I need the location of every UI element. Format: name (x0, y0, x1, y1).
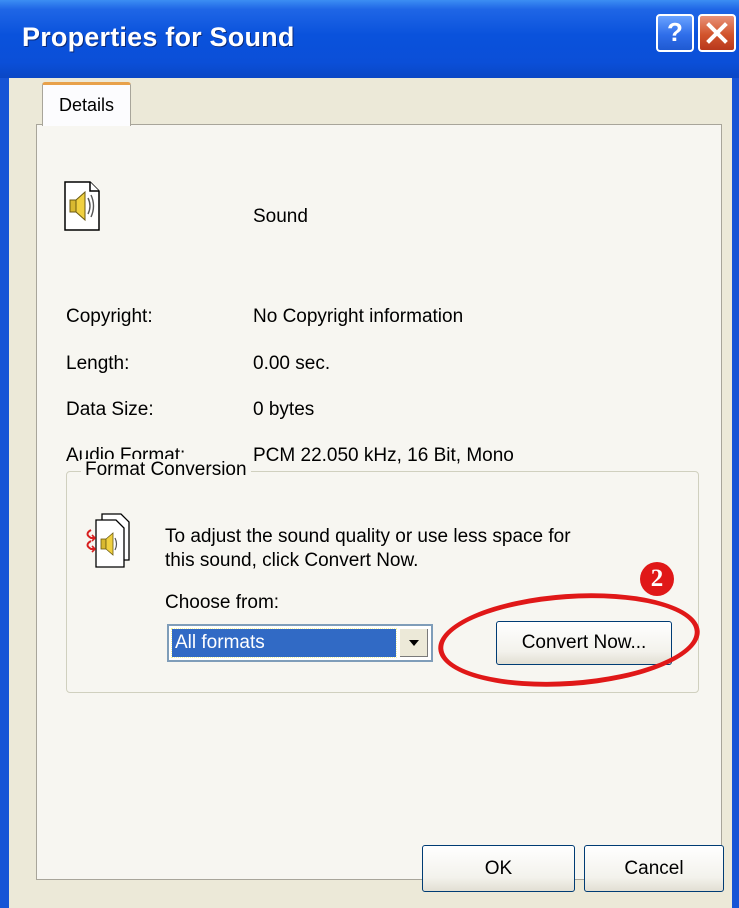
dropdown-arrow-button[interactable] (399, 628, 429, 658)
length-label: Length: (66, 353, 130, 374)
tab-details-label: Details (58, 95, 115, 115)
details-panel: Sound Copyright: No Copyright informatio… (36, 124, 722, 880)
copyright-label: Copyright: (66, 306, 153, 327)
help-button[interactable]: ? (656, 14, 694, 52)
dialog-content: Details Sound Copyright: No Copyright in… (9, 78, 732, 908)
conversion-description-line1: To adjust the sound quality or use less … (165, 526, 571, 547)
step-marker: 2 (640, 562, 674, 596)
sound-convert-icon (86, 513, 130, 568)
sound-file-icon (64, 181, 100, 231)
properties-dialog: Properties for Sound ? Details Sound Cop… (0, 0, 739, 908)
close-button[interactable] (698, 14, 736, 52)
cancel-button[interactable]: Cancel (584, 845, 724, 892)
help-icon: ? (667, 17, 683, 47)
ok-button[interactable]: OK (422, 845, 575, 892)
file-name: Sound (253, 206, 308, 227)
format-select[interactable]: All formats (167, 624, 433, 662)
window-title: Properties for Sound (22, 22, 295, 52)
format-conversion-title: Format Conversion (81, 459, 251, 481)
conversion-description-line2: this sound, click Convert Now. (165, 550, 419, 571)
format-select-value: All formats (171, 628, 397, 658)
chevron-down-icon (409, 640, 419, 646)
data-size-label: Data Size: (66, 399, 154, 420)
title-bar[interactable]: Properties for Sound ? (0, 0, 739, 78)
close-icon (706, 22, 728, 44)
tab-details[interactable]: Details (42, 82, 131, 126)
length-value: 0.00 sec. (253, 353, 331, 374)
copyright-value: No Copyright information (253, 306, 464, 327)
data-size-value: 0 bytes (253, 399, 315, 420)
audio-format-value: PCM 22.050 kHz, 16 Bit, Mono (253, 445, 514, 466)
choose-from-label: Choose from: (165, 592, 280, 613)
